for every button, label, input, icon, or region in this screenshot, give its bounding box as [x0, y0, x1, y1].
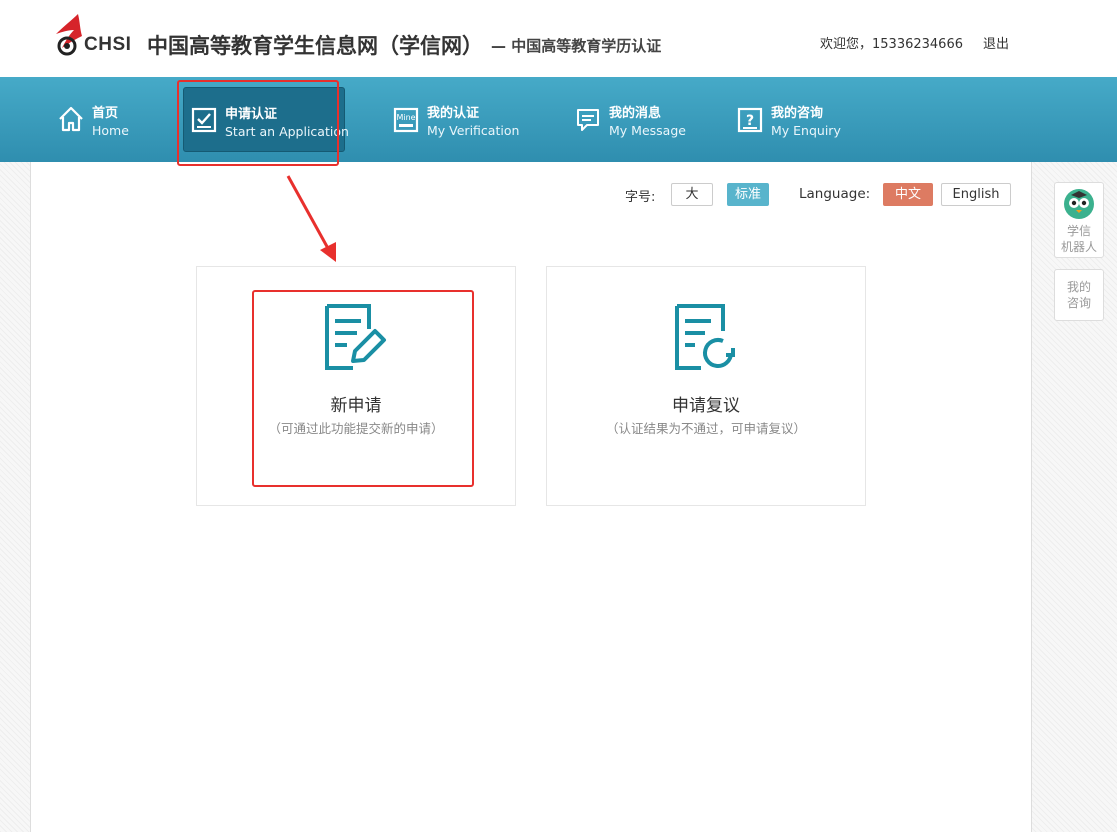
welcome-text: 欢迎您，15336234666: [820, 37, 963, 52]
language-label: Language:: [799, 186, 871, 202]
main-nav: 首页 Home 申请认证 Start an Application Mine 我…: [0, 77, 1117, 162]
logout-link[interactable]: 退出: [983, 33, 1009, 52]
reconsideration-desc: （认证结果为不通过，可申请复议）: [605, 421, 806, 436]
site-title: 中国高等教育学生信息网（学信网）: [147, 34, 483, 58]
font-standard-button[interactable]: 标准: [727, 183, 769, 206]
new-application-card[interactable]: 新申请 （可通过此功能提交新的申请）: [196, 266, 516, 506]
nav-home-zh: 首页: [92, 106, 119, 121]
reconsideration-card[interactable]: 申请复议 （认证结果为不通过，可申请复议）: [546, 266, 866, 506]
enquiry-label-line1: 我的: [1066, 280, 1091, 294]
nav-item-home[interactable]: 首页 Home: [50, 87, 160, 152]
nav-my-message-zh: 我的消息: [609, 106, 662, 121]
chat-robot-button[interactable]: 学信 机器人: [1054, 182, 1104, 258]
reconsideration-title: 申请复议: [672, 396, 740, 416]
svg-text:Mine: Mine: [396, 113, 415, 122]
nav-my-verification-en: My Verification: [427, 123, 520, 138]
enquiry-label-line2: 咨询: [1066, 296, 1091, 310]
nav-my-enquiry-en: My Enquiry: [771, 123, 841, 138]
nav-item-my-verification[interactable]: Mine 我的认证 My Verification: [385, 87, 535, 152]
home-icon: [59, 106, 83, 132]
font-large-button[interactable]: 大: [671, 183, 713, 206]
nav-item-start-application[interactable]: 申请认证 Start an Application: [183, 87, 349, 152]
nav-start-application-zh: 申请认证: [225, 107, 278, 122]
robot-label-line2: 机器人: [1060, 240, 1097, 254]
header: CHSI 中国高等教育学生信息网（学信网） — 中国高等教育学历认证 欢迎您，1…: [0, 0, 1117, 77]
mine-icon: Mine: [393, 107, 419, 133]
nav-home-en: Home: [92, 123, 129, 138]
robot-avatar-icon: [1064, 189, 1094, 219]
new-application-desc: （可通过此功能提交新的申请）: [268, 421, 444, 436]
svg-text:?: ?: [746, 113, 754, 129]
message-icon: [577, 109, 599, 131]
nav-item-my-message[interactable]: 我的消息 My Message: [567, 87, 707, 152]
question-icon: ?: [737, 107, 763, 133]
nav-my-message-en: My Message: [609, 123, 686, 138]
checkbox-icon: [191, 107, 217, 133]
nav-item-my-enquiry[interactable]: ? 我的咨询 My Enquiry: [729, 87, 869, 152]
new-application-title: 新申请: [330, 396, 382, 416]
font-size-label: 字号:: [625, 190, 656, 205]
lang-en-button[interactable]: English: [941, 183, 1011, 206]
document-refresh-icon: [675, 304, 735, 370]
document-edit-icon: [325, 304, 386, 370]
nav-my-enquiry-zh: 我的咨询: [771, 106, 824, 121]
nav-start-application-en: Start an Application: [225, 124, 349, 139]
robot-label-line1: 学信: [1066, 224, 1091, 238]
my-enquiry-side-button[interactable]: 我的 咨询: [1054, 269, 1104, 321]
site-subtitle: — 中国高等教育学历认证: [491, 37, 662, 55]
nav-my-verification-zh: 我的认证: [427, 106, 480, 121]
content-panel: [30, 162, 1032, 832]
logo-text: CHSI: [84, 34, 132, 55]
lang-zh-button[interactable]: 中文: [883, 183, 933, 206]
